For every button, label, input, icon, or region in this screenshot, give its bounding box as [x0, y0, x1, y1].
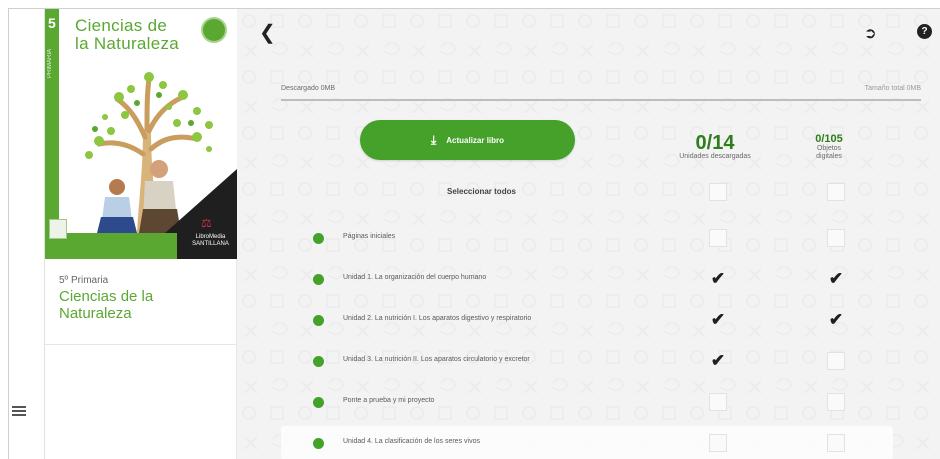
unit-status-dot-icon — [313, 315, 324, 326]
back-chevron-icon[interactable]: ❮ — [259, 23, 276, 43]
unit-title: Páginas iniciales — [343, 233, 396, 240]
unit-download-checkbox[interactable] — [709, 229, 727, 247]
unit-download-checkbox[interactable]: ✔ — [709, 270, 727, 288]
units-downloaded-stat: 0/14 Unidades descargadas — [655, 133, 775, 161]
select-all-label: Seleccionar todos — [447, 187, 516, 196]
hamburger-menu-icon[interactable] — [12, 406, 26, 416]
digital-objects-stat: 0/105 Objetos digitales — [797, 133, 861, 161]
digital-objects-checkbox[interactable] — [827, 229, 845, 247]
digital-objects-checkbox[interactable] — [827, 393, 845, 411]
unit-row: Unidad 4. La clasificación de los seres … — [281, 426, 893, 459]
book-cover: 5 PRIMARIA Ciencias de la Naturaleza ⚖ L… — [45, 9, 237, 259]
total-size-label: Tamaño total 0MB — [864, 85, 921, 92]
cover-stripe: 5 PRIMARIA — [45, 9, 59, 233]
publisher-logo-icon: ⚖ — [201, 216, 212, 230]
app-window: 5 PRIMARIA Ciencias de la Naturaleza ⚖ L… — [8, 8, 940, 459]
logout-icon[interactable]: ➲ — [864, 24, 877, 42]
unit-download-checkbox[interactable] — [709, 434, 727, 452]
unit-download-checkbox[interactable] — [709, 393, 727, 411]
book-grade: 5º Primaria — [59, 275, 109, 286]
unit-status-dot-icon — [313, 274, 324, 285]
digital-objects-checkbox[interactable] — [827, 352, 845, 370]
unit-status-dot-icon — [313, 397, 324, 408]
digital-objects-checkbox[interactable]: ✔ — [827, 311, 845, 329]
unit-download-checkbox[interactable]: ✔ — [709, 311, 727, 329]
book-panel: 5 PRIMARIA Ciencias de la Naturaleza ⚖ L… — [45, 9, 237, 459]
cover-title: Ciencias de la Naturaleza — [75, 16, 180, 53]
book-subject: Ciencias de la Naturaleza — [59, 288, 154, 322]
digital-objects-checkbox[interactable] — [827, 434, 845, 452]
book-info: 5º Primaria Ciencias de la Naturaleza — [45, 261, 237, 345]
units-downloaded-value: 0/14 — [695, 132, 735, 154]
download-manager: ❮ ➲ ? Descargado 0MB Tamaño total 0MB ⤓ … — [237, 9, 940, 459]
cover-side-text: PRIMARIA — [47, 49, 53, 79]
unit-status-dot-icon — [313, 438, 324, 449]
select-all-units-checkbox[interactable] — [709, 183, 727, 201]
unit-row: Unidad 2. La nutrición I. Los aparatos d… — [281, 303, 893, 337]
unit-title: Unidad 3. La nutrición II. Los aparatos … — [343, 356, 530, 363]
cover-number: 5 — [48, 15, 56, 31]
unit-status-dot-icon — [313, 356, 324, 367]
unit-title: Unidad 2. La nutrición I. Los aparatos d… — [343, 315, 532, 322]
unit-title: Unidad 4. La clasificación de los seres … — [343, 438, 480, 445]
left-rail — [9, 9, 45, 459]
update-book-label: Actualizar libro — [446, 135, 505, 145]
cover-mini-badge-icon — [49, 219, 67, 239]
download-size-row: Descargado 0MB Tamaño total 0MB — [281, 85, 921, 99]
digital-objects-checkbox[interactable]: ✔ — [827, 270, 845, 288]
digital-objects-caption: Objetos digitales — [816, 145, 842, 160]
help-icon[interactable]: ? — [917, 24, 932, 39]
unit-title: Ponte a prueba y mi proyecto — [343, 397, 435, 404]
unit-row: Páginas iniciales — [281, 221, 893, 255]
unit-row: Ponte a prueba y mi proyecto — [281, 385, 893, 419]
publisher-logo: LibroMedia SANTILLANA — [192, 234, 229, 247]
download-icon: ⤓ — [430, 133, 437, 147]
download-progress-bar — [281, 99, 921, 101]
cover-badge-icon — [201, 17, 227, 43]
digital-objects-value: 0/105 — [815, 133, 843, 145]
unit-title: Unidad 1. La organización del cuerpo hum… — [343, 274, 487, 281]
select-all-objects-checkbox[interactable] — [827, 183, 845, 201]
units-downloaded-caption: Unidades descargadas — [679, 153, 751, 160]
update-book-button[interactable]: ⤓ Actualizar libro — [360, 120, 575, 160]
unit-row: Unidad 1. La organización del cuerpo hum… — [281, 262, 893, 296]
unit-download-checkbox[interactable]: ✔ — [709, 352, 727, 370]
unit-row: Unidad 3. La nutrición II. Los aparatos … — [281, 344, 893, 378]
unit-status-dot-icon — [313, 233, 324, 244]
downloaded-size-label: Descargado 0MB — [281, 85, 336, 92]
